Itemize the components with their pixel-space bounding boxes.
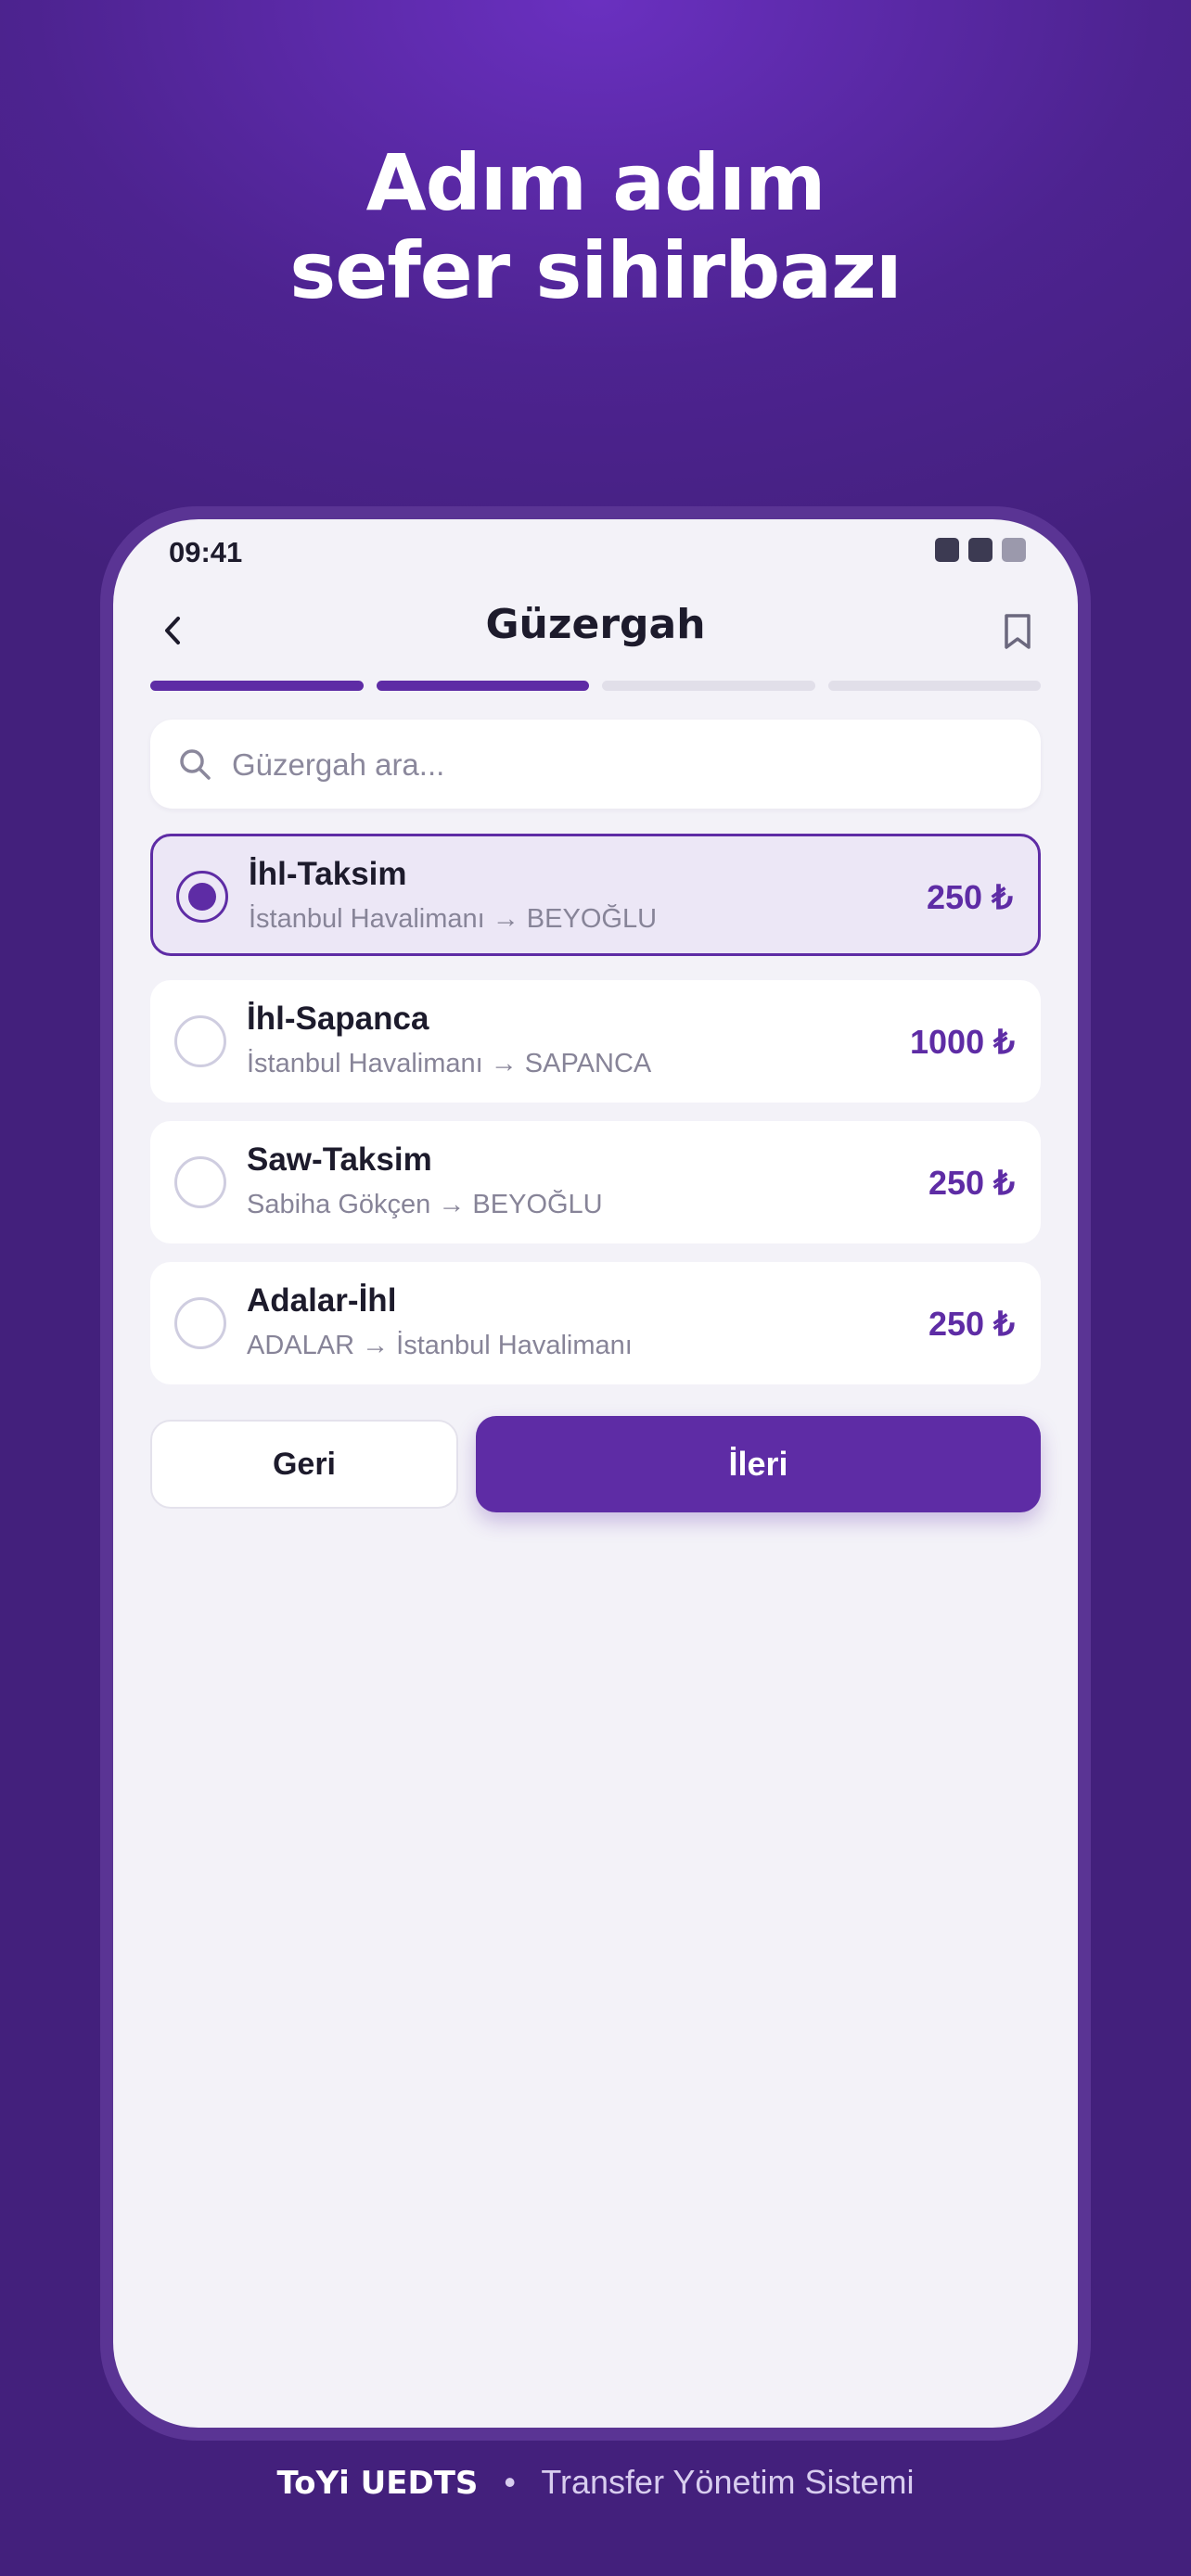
footer-separator: •: [504, 2463, 516, 2501]
signal-icon: [935, 538, 959, 562]
radio-selected[interactable]: [176, 871, 228, 923]
bookmark-icon: [1005, 614, 1031, 649]
route-item-ihl-sapanca[interactable]: İhl-Sapanca İstanbul Havalimanı → SAPANC…: [150, 980, 1041, 1103]
status-icons: [935, 538, 1026, 562]
route-price: 250 ₺: [928, 1305, 1015, 1343]
search-input[interactable]: [230, 736, 1013, 794]
page-title: Güzergah: [485, 601, 706, 648]
route-name: İhl-Taksim: [249, 856, 407, 892]
route-price: 250 ₺: [927, 878, 1013, 916]
radio-unselected[interactable]: [174, 1015, 226, 1067]
route-item-adalar-ihl[interactable]: Adalar-İhl ADALAR → İstanbul Havalimanı …: [150, 1262, 1041, 1384]
next-step-button[interactable]: İleri: [476, 1416, 1041, 1512]
back-step-button[interactable]: Geri: [150, 1420, 458, 1509]
radio-unselected[interactable]: [174, 1297, 226, 1349]
footer: ToYi UEDTS • Transfer Yönetim Sistemi: [0, 2463, 1191, 2502]
hero-line-2: sefer sihirbazı: [289, 225, 902, 316]
phone-screen: 09:41 Güzergah İhl-Taksim İstanbul Haval…: [113, 519, 1078, 2428]
progress-step-1: [150, 681, 364, 691]
route-item-saw-taksim[interactable]: Saw-Taksim Sabiha Gökçen → BEYOĞLU 250 ₺: [150, 1121, 1041, 1243]
route-path: İstanbul Havalimanı → SAPANCA: [247, 1049, 652, 1078]
route-item-ihl-taksim[interactable]: İhl-Taksim İstanbul Havalimanı → BEYOĞLU…: [150, 834, 1041, 956]
route-name: Saw-Taksim: [247, 1141, 432, 1178]
bookmark-button[interactable]: [994, 608, 1041, 655]
route-path: Sabiha Gökçen → BEYOĞLU: [247, 1190, 603, 1219]
status-time: 09:41: [169, 536, 243, 568]
battery-icon: [1002, 538, 1026, 562]
progress-step-4: [827, 681, 1041, 691]
route-name: Adalar-İhl: [247, 1282, 397, 1319]
hero-heading: Adım adım sefer sihirbazı: [0, 139, 1191, 315]
route-price: 1000 ₺: [910, 1023, 1015, 1061]
route-path: ADALAR → İstanbul Havalimanı: [247, 1331, 633, 1360]
route-path: İstanbul Havalimanı → BEYOĞLU: [249, 904, 658, 934]
progress-step-2: [376, 681, 589, 691]
search-box: [150, 720, 1041, 809]
footer-tagline: Transfer Yönetim Sistemi: [541, 2463, 915, 2501]
route-price: 250 ₺: [928, 1164, 1015, 1202]
search-icon: [180, 749, 211, 780]
hero-line-1: Adım adım: [365, 137, 826, 228]
radio-unselected[interactable]: [174, 1156, 226, 1208]
step-progress: [150, 681, 1041, 691]
brand-name: ToYi UEDTS: [276, 2465, 479, 2502]
wifi-icon: [968, 538, 992, 562]
route-name: İhl-Sapanca: [247, 1001, 429, 1037]
progress-step-3: [602, 681, 815, 691]
